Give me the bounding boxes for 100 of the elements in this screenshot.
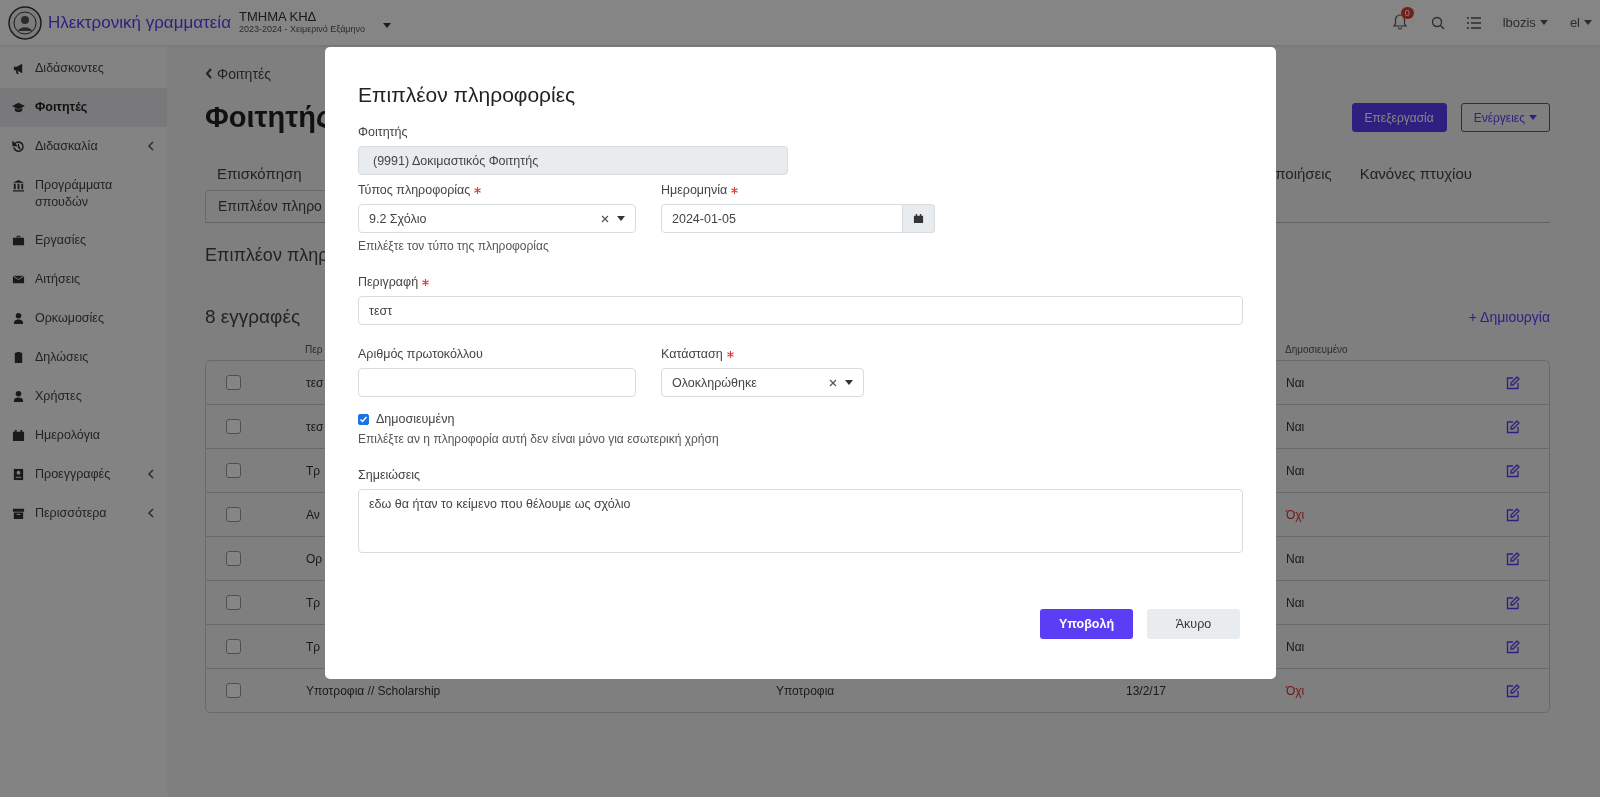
table-cell: Ναι xyxy=(1286,375,1305,390)
field-label: Περιγραφή xyxy=(358,275,419,289)
language-menu[interactable]: el xyxy=(1569,15,1580,30)
back-link[interactable]: Φοιτητές xyxy=(205,65,271,82)
table-cell: Τρ xyxy=(306,595,321,610)
help-text: Επιλέξτε αν η πληροφορία αυτή δεν είναι μόνο για εσωτερική χρήση xyxy=(358,432,720,446)
table-cell: Υποτροφια xyxy=(776,683,835,698)
caret-icon xyxy=(845,380,853,385)
logo-icon xyxy=(8,5,42,40)
table-cell: Ναι xyxy=(1286,463,1305,478)
caret-icon xyxy=(383,22,392,28)
table-cell: Ναι xyxy=(1286,551,1305,566)
edit-button[interactable]: Επεξεργασία xyxy=(1351,103,1447,132)
calendar-icon xyxy=(12,428,25,442)
edit-icon[interactable] xyxy=(1505,375,1520,390)
clipboard-icon xyxy=(12,351,25,364)
description-field[interactable]: τεστ xyxy=(358,296,1243,325)
bell-icon[interactable] xyxy=(1392,13,1407,30)
graduation-cap-icon xyxy=(12,100,25,114)
row-checkbox[interactable] xyxy=(226,551,241,566)
sidebar-item[interactable]: Περισσότερα xyxy=(0,493,167,533)
checkbox-label[interactable]: Δημοσιευμένη xyxy=(376,412,455,426)
app-title[interactable]: Ηλεκτρονική γραμματεία xyxy=(48,12,231,33)
table-cell: τεσ xyxy=(306,375,324,390)
sidebar-item[interactable]: Προγράμματα σπουδών xyxy=(0,165,167,222)
edit-icon[interactable] xyxy=(1505,507,1520,522)
create-link[interactable]: + Δημιουργία xyxy=(1468,309,1550,325)
published-checkbox[interactable] xyxy=(358,413,369,425)
record-count: 8 εγγραφές xyxy=(205,306,301,328)
sidebar-item[interactable]: Δηλώσεις xyxy=(0,338,167,377)
field-label: Σημειώσεις xyxy=(358,468,421,482)
megaphone-icon xyxy=(12,62,25,75)
row-checkbox[interactable] xyxy=(226,419,241,434)
sidebar-item[interactable]: Αιτήσεις xyxy=(0,260,167,300)
sidebar-item[interactable]: Εργασίες xyxy=(0,221,167,261)
protocol-field[interactable] xyxy=(358,368,636,397)
sidebar-item[interactable]: Διδασκαλία xyxy=(0,126,167,166)
row-checkbox[interactable] xyxy=(226,507,241,522)
calendar-icon xyxy=(913,213,924,224)
row-checkbox[interactable] xyxy=(226,639,241,654)
edit-icon[interactable] xyxy=(1505,551,1520,566)
row-checkbox[interactable] xyxy=(226,463,241,478)
table-cell: Όχι xyxy=(1286,507,1305,522)
chevron-left-icon xyxy=(205,68,213,79)
table-cell: Ορ xyxy=(306,551,323,566)
history-icon xyxy=(12,139,25,153)
table-cell: τεσ xyxy=(306,419,324,434)
sidebar-item[interactable]: Ορκωμοσίες xyxy=(0,299,167,338)
id-card-icon xyxy=(12,467,25,481)
caret-icon xyxy=(1584,20,1592,25)
caret-icon xyxy=(617,216,625,221)
field-label: Τύπος πληροφορίας xyxy=(358,183,471,197)
edit-icon[interactable] xyxy=(1505,463,1520,478)
help-text: Επιλέξτε τον τύπο της πληροφορίας xyxy=(358,239,550,253)
sidebar-item[interactable]: Ημερολόγια xyxy=(0,415,167,455)
caret-icon xyxy=(1529,115,1537,120)
submit-button[interactable]: Υποβολή xyxy=(1040,609,1133,639)
clear-icon[interactable] xyxy=(829,378,837,387)
table-cell: Υποτροφια // Scholarship xyxy=(306,683,441,698)
tab[interactable]: Επισκόπηση xyxy=(205,161,314,186)
sidebar-item[interactable]: Χρήστες xyxy=(0,376,167,416)
dialog-title: Επιπλέον πληροφορίες xyxy=(358,83,577,107)
notes-field[interactable]: εδω θα ήταν το κείμενο που θέλουμε ως σχόλιο xyxy=(358,489,1243,553)
clear-icon[interactable] xyxy=(601,214,609,223)
list-icon[interactable] xyxy=(1466,16,1481,29)
person-icon xyxy=(12,312,25,326)
calendar-button[interactable] xyxy=(903,204,935,233)
row-checkbox[interactable] xyxy=(226,683,241,698)
table-cell: Ναι xyxy=(1286,595,1305,610)
edit-icon[interactable] xyxy=(1505,639,1520,654)
actions-dropdown[interactable]: Ενέργειες xyxy=(1460,103,1550,132)
cancel-button[interactable]: Άκυρο xyxy=(1147,609,1240,639)
user-icon xyxy=(12,389,25,403)
search-icon[interactable] xyxy=(1430,15,1445,30)
row-checkbox[interactable] xyxy=(226,375,241,390)
field-label: Φοιτητής xyxy=(358,125,408,139)
building-icon xyxy=(12,178,25,192)
column-header: Περ xyxy=(305,344,323,355)
field-label: Κατάσταση xyxy=(661,347,723,361)
status-select[interactable]: Ολοκληρώθηκε xyxy=(661,368,864,397)
semester-label: 2023-2024 - Χειμερινό Εξάμηνο xyxy=(238,24,366,35)
archive-icon xyxy=(12,506,25,520)
table-cell: Ναι xyxy=(1286,639,1305,654)
table-cell: 13/2/17 xyxy=(1126,683,1167,698)
edit-icon[interactable] xyxy=(1505,683,1520,698)
tab[interactable]: Κανόνες πτυχίου xyxy=(1347,161,1484,186)
edit-icon[interactable] xyxy=(1505,595,1520,610)
table-cell: Όχι xyxy=(1286,683,1305,698)
row-checkbox[interactable] xyxy=(226,595,241,610)
sidebar-item[interactable]: Διδάσκοντες xyxy=(0,49,167,88)
table-cell: Τρ xyxy=(306,639,321,654)
edit-icon[interactable] xyxy=(1505,419,1520,434)
date-field[interactable]: 2024-01-05 xyxy=(661,204,903,233)
user-menu[interactable]: lbozis xyxy=(1502,15,1536,30)
info-type-select[interactable]: 9.2 Σχόλιο xyxy=(358,204,636,233)
table-cell: Τρ xyxy=(306,463,321,478)
column-header: Δημοσιευμένο xyxy=(1285,344,1348,355)
sidebar-item[interactable]: Προεγγραφές xyxy=(0,454,167,494)
field-label: Αριθμός πρωτοκόλλου xyxy=(358,347,483,361)
sidebar-item[interactable]: Φοιτητές xyxy=(0,87,167,127)
